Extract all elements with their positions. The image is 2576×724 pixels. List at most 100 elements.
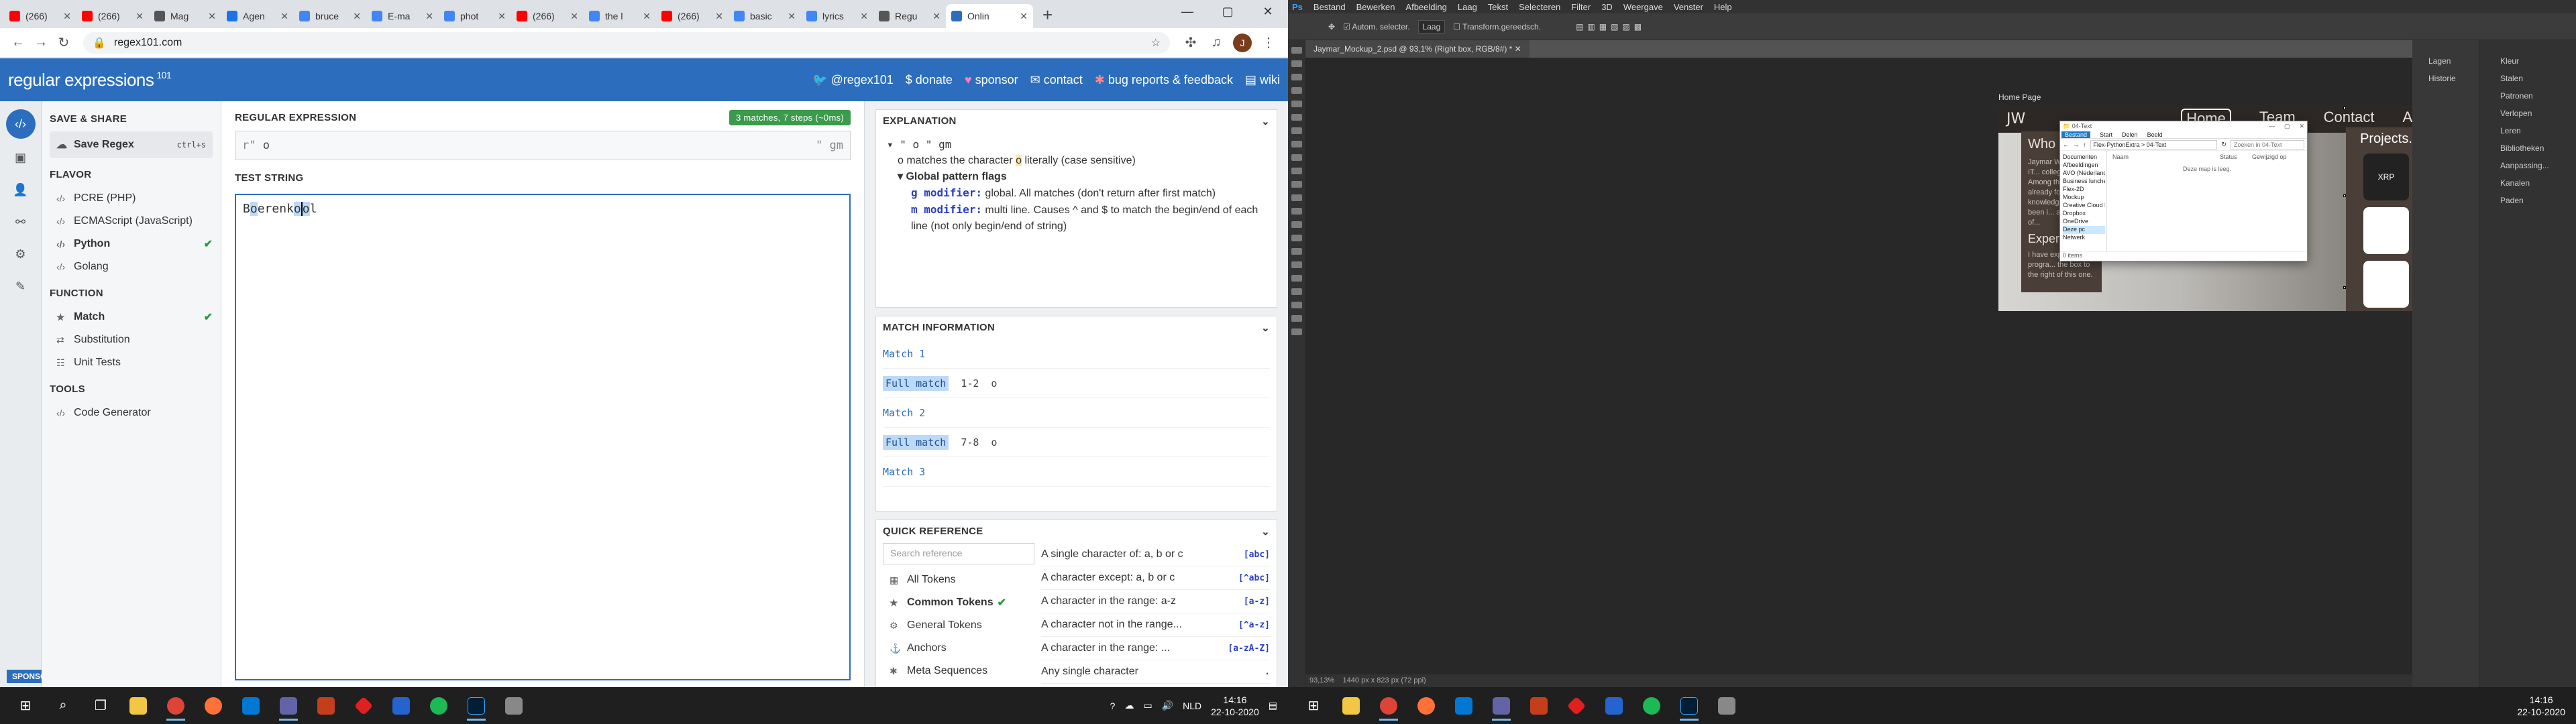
align-icons[interactable]: ▤▥▦▧▨▩ [1576, 22, 1646, 32]
reference-category[interactable]: ✱ Meta Sequences [883, 660, 1034, 682]
maximize-icon[interactable]: ▢ [1208, 0, 1248, 23]
reference-category[interactable]: ★ Common Tokens ✔ [883, 591, 1034, 614]
layer-select[interactable]: Laag [1417, 19, 1446, 34]
browser-tab[interactable]: the l ✕ [584, 4, 656, 28]
function-option[interactable]: ★ Match ✔ [50, 306, 213, 328]
clock[interactable]: 14:16 22-10-2020 [1211, 694, 1259, 718]
bug-report-link[interactable]: ✱ bug reports & feedback [1095, 73, 1233, 87]
ps-menu-item[interactable]: Bewerken [1356, 2, 1395, 12]
explorer-nav-item[interactable]: Dropbox [2063, 210, 2105, 218]
transform-handle[interactable] [2343, 194, 2346, 197]
ps-panel-tab[interactable]: Bibliotheken [2500, 143, 2576, 161]
ps-menu-item[interactable]: Tekst [1488, 2, 1508, 12]
match-title[interactable]: Match 2 [883, 398, 1270, 428]
new-tab-button[interactable]: + [1042, 5, 1053, 25]
menu-kebab-icon[interactable]: ⋮ [1256, 34, 1281, 51]
donate-link[interactable]: $ donate [906, 73, 953, 87]
browser-tab[interactable]: Agen ✕ [221, 4, 294, 28]
ps-menu-item[interactable]: Weergave [1623, 2, 1663, 12]
ps-panel-tab[interactable]: Aanpassing... [2500, 161, 2576, 178]
mail-icon[interactable] [1449, 691, 1479, 721]
test-string-input[interactable]: Boerenko ol [235, 194, 851, 680]
ps-menu-item[interactable]: Filter [1571, 2, 1591, 12]
reference-item[interactable]: A character not in the range... [^a-z] [1041, 613, 1270, 637]
minimize-icon[interactable]: — [1167, 0, 1208, 23]
move-tool-icon[interactable]: ✥ [1328, 22, 1335, 32]
mail-icon[interactable] [236, 691, 266, 721]
function-option[interactable]: ☷ Unit Tests [50, 351, 213, 374]
regex-input[interactable]: r" o " gm [235, 131, 851, 160]
explorer-nav-item[interactable]: Afbeeldingen [2063, 162, 2105, 170]
chevron-down-icon[interactable]: ⌄ [1261, 526, 1270, 538]
ps-panel-tab[interactable]: Paden [2500, 196, 2576, 213]
reference-item[interactable]: A single character of: a, b or c [abc] [1041, 543, 1270, 566]
firefox-icon[interactable] [1411, 691, 1441, 721]
browser-tab[interactable]: (266) ✕ [656, 4, 729, 28]
ps-panel-tab[interactable]: Verlopen [2500, 109, 2576, 126]
sponsor-link[interactable]: ♥ sponsor [965, 73, 1018, 87]
ribbon-tab[interactable]: Start [2100, 131, 2112, 138]
forward-icon[interactable]: → [30, 35, 52, 50]
global-flags-title[interactable]: ▾ Global pattern flags [887, 169, 1270, 185]
search-icon[interactable]: ⌕ [48, 691, 78, 721]
document-tab[interactable]: Jaymar_Mockup_2.psd @ 93,1% (Right box, … [1305, 40, 1529, 58]
ps-menu-item[interactable]: Afbeelding [1405, 2, 1446, 12]
match-row[interactable]: Full match 7-8 o [883, 428, 1270, 457]
tab-close-icon[interactable]: ✕ [1020, 11, 1028, 22]
address-bar[interactable]: 🔒 regex101.com ☆ [83, 32, 1170, 54]
browser-tab[interactable]: basic ✕ [729, 4, 801, 28]
transform-handle[interactable] [2343, 107, 2346, 109]
tab-close-icon[interactable]: ✕ [425, 11, 433, 22]
photoshop-icon[interactable] [462, 691, 491, 721]
tab-close-icon[interactable]: ✕ [136, 11, 144, 22]
explorer-column-header[interactable]: Gewijzigd op [2252, 154, 2292, 160]
vpn-icon[interactable] [1712, 691, 1741, 721]
windows-start-icon[interactable]: ⊞ [11, 691, 40, 721]
photoshop-icon[interactable] [1674, 691, 1704, 721]
ps-panel-tab[interactable]: Kleur [2500, 56, 2576, 74]
ps-panel-tab[interactable]: Kanalen [2500, 178, 2576, 196]
bookmark-star-icon[interactable]: ☆ [1151, 36, 1161, 50]
tab-close-icon[interactable]: ✕ [353, 11, 361, 22]
explorer-nav-item[interactable]: Netwerk [2063, 234, 2105, 242]
explorer-nav-item[interactable]: Mockup [2063, 194, 2105, 202]
library-icon[interactable]: ▣ [9, 145, 33, 170]
browser-tab[interactable]: bruce ✕ [294, 4, 366, 28]
close-icon[interactable]: ✕ [1248, 0, 1288, 23]
tool-icon[interactable] [1291, 74, 1302, 80]
spotify-icon[interactable] [424, 691, 453, 721]
transform-checkbox[interactable]: ☐ Transform.gereedsch. [1453, 22, 1541, 32]
browser-tab[interactable]: lyrics ✕ [801, 4, 873, 28]
regex-flags[interactable]: " gm [816, 139, 843, 152]
tool-icon[interactable] [1291, 288, 1302, 295]
tool-icon[interactable] [1291, 248, 1302, 255]
spotify-icon[interactable] [1637, 691, 1666, 721]
explorer-nav-item[interactable]: Creative Cloud Fil [2063, 202, 2105, 210]
extensions-icon[interactable]: ✣ [1178, 34, 1203, 51]
chrome-icon[interactable] [161, 691, 191, 721]
help-icon[interactable]: ? [1110, 701, 1116, 711]
tool-icon[interactable] [1291, 302, 1302, 308]
tool-icon[interactable] [1291, 315, 1302, 322]
chevron-down-icon[interactable]: ⌄ [1261, 322, 1270, 334]
task-view-icon[interactable]: ❐ [86, 691, 115, 721]
app-red-icon[interactable] [349, 691, 378, 721]
tool-icon[interactable] [1291, 87, 1302, 94]
ps-menu-item[interactable]: Bestand [1313, 2, 1346, 12]
browser-tab[interactable]: Mag ✕ [149, 4, 221, 28]
vpn-icon[interactable] [499, 691, 529, 721]
ps-panel-tab[interactable]: Historie [2428, 74, 2479, 91]
reference-category[interactable]: ⚙ General Tokens [883, 614, 1034, 637]
tab-close-icon[interactable]: ✕ [280, 11, 288, 22]
ps-menu-item[interactable]: 3D [1601, 2, 1613, 12]
refresh-icon[interactable]: ↻ [2221, 141, 2226, 148]
explorer-path[interactable]: Flex-PythonExtra > 04-Text [2090, 139, 2218, 149]
explorer-nav-item[interactable]: AVO (Nederland [2063, 170, 2105, 178]
onedrive-icon[interactable]: ☁ [1124, 700, 1134, 711]
tab-close-icon[interactable]: ✕ [788, 11, 796, 22]
explorer-nav-item[interactable]: Deze pc [2063, 226, 2105, 234]
tool-icon[interactable] [1291, 114, 1302, 121]
twitter-link[interactable]: 🐦 @regex101 [812, 73, 894, 87]
tab-close-icon[interactable]: ✕ [570, 11, 578, 22]
tool-icon[interactable] [1291, 101, 1302, 107]
